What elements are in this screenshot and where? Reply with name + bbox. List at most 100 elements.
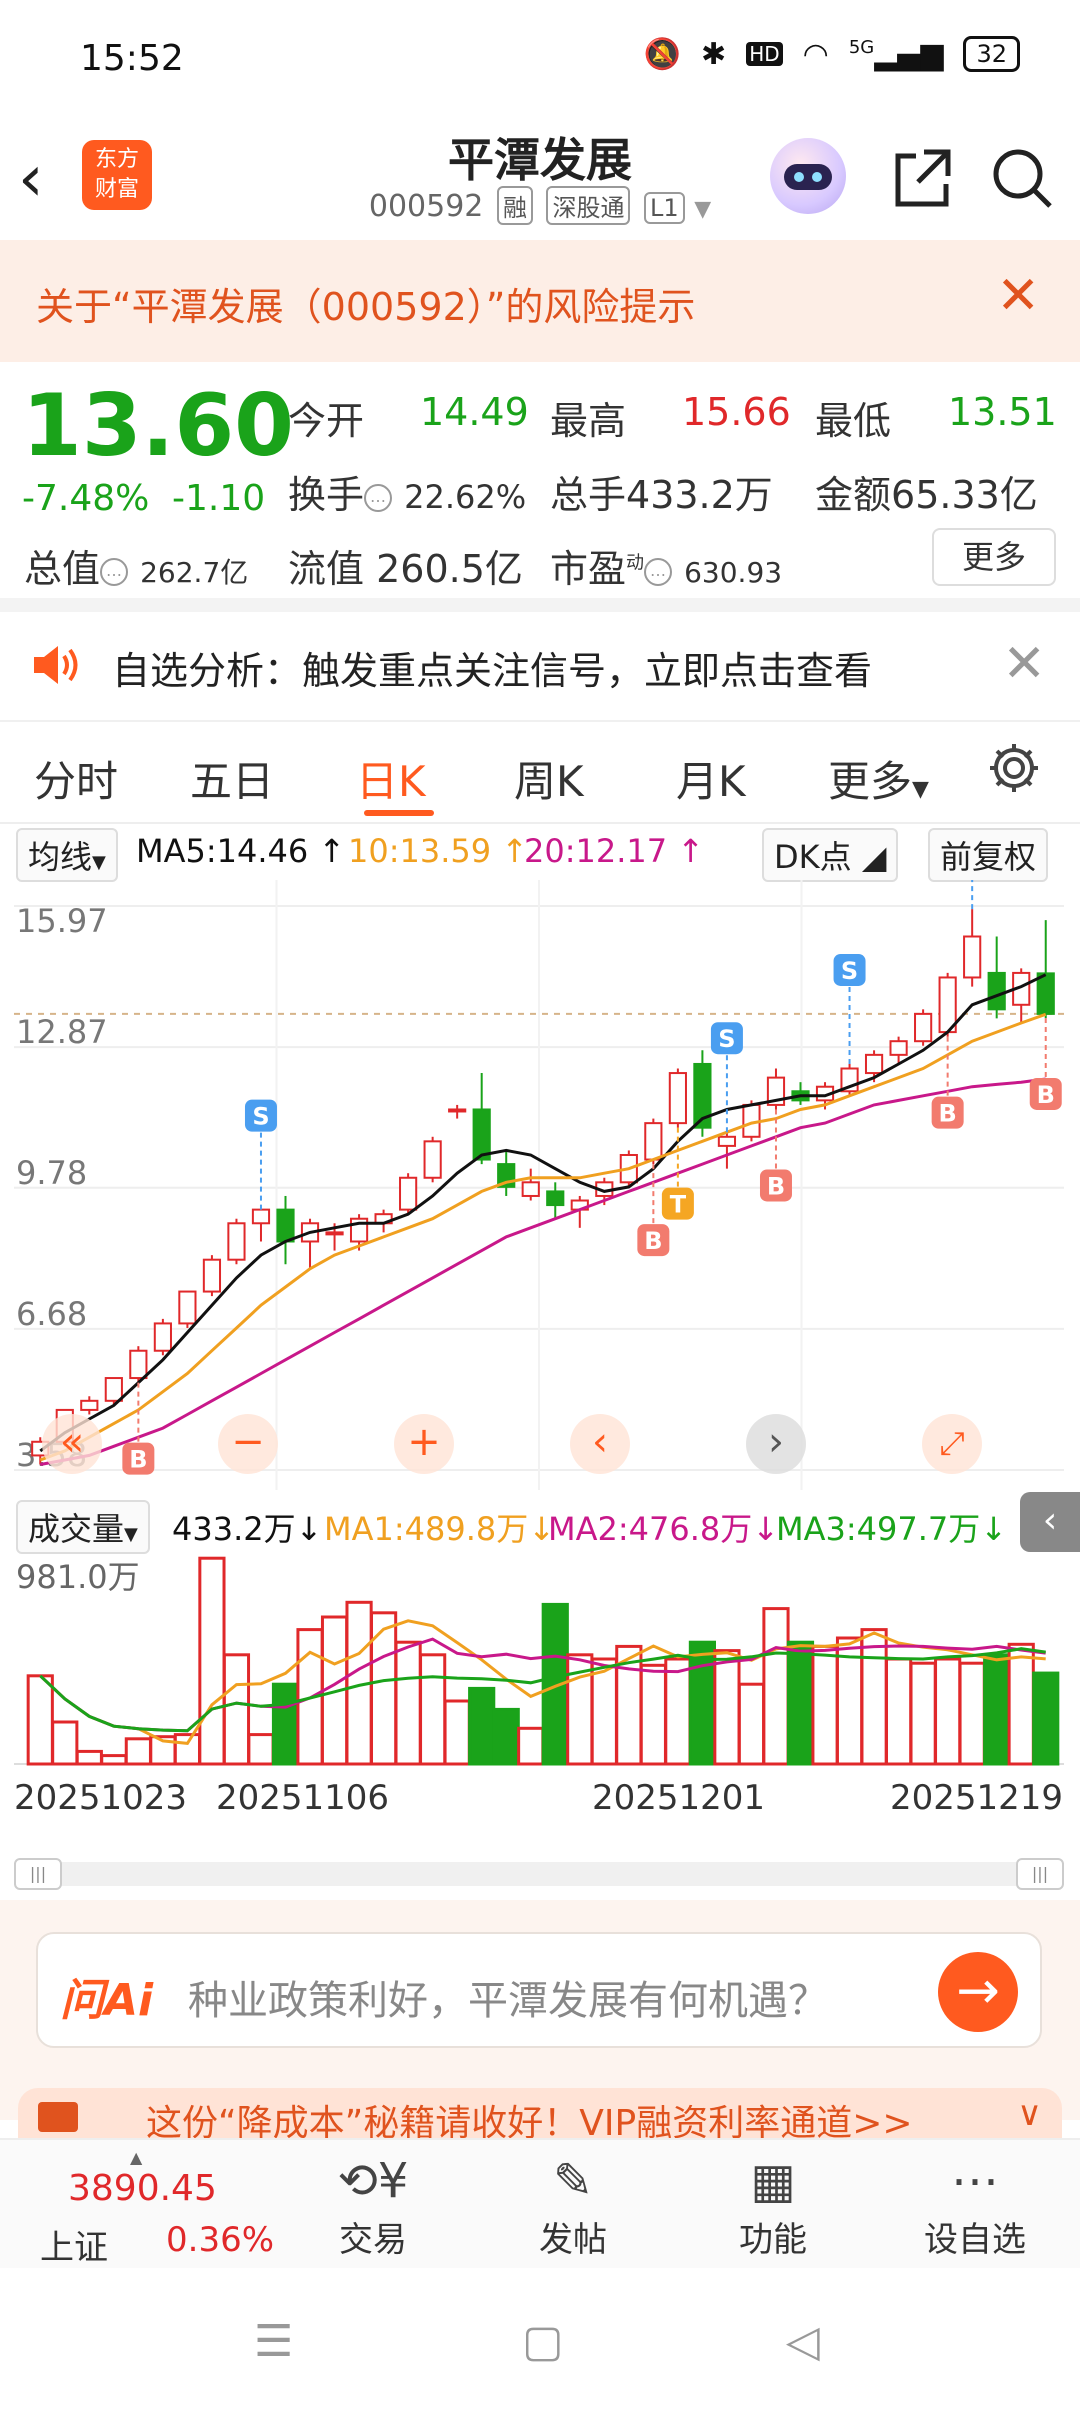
candle-body	[399, 1176, 418, 1211]
speaker-icon	[30, 642, 80, 692]
share-icon[interactable]	[882, 138, 962, 218]
volume-bar	[222, 1653, 251, 1766]
nav-trade[interactable]: ⟲¥ 交易	[308, 2150, 438, 2261]
change-amount: -1.10	[172, 478, 266, 519]
index-name[interactable]: 上证	[40, 2220, 108, 2269]
high-value: 15.66	[682, 390, 791, 434]
trade-icon: ⟲¥	[337, 2153, 409, 2209]
nav-add-watchlist[interactable]: ⋯ 设自选	[910, 2150, 1040, 2261]
grid-icon: ▦	[750, 2153, 796, 2209]
scroll-left-fast-icon[interactable]: «	[42, 1414, 102, 1474]
zoom-out-icon[interactable]: −	[218, 1414, 278, 1474]
volume-row: 总手433.2万	[550, 473, 773, 517]
volume-bar	[639, 1663, 667, 1766]
tag-connect: 深股通	[546, 186, 631, 225]
scroll-handle-right[interactable]: |||	[1016, 1858, 1064, 1890]
signal-label: B	[767, 1172, 785, 1200]
scroll-handle-left[interactable]: |||	[14, 1858, 62, 1890]
collapse-panel-icon[interactable]: ‹	[1020, 1492, 1080, 1552]
back-nav-icon[interactable]: ◁	[786, 2316, 820, 2367]
bluetooth-icon: ✱	[701, 36, 727, 72]
date-label: 20251023	[14, 1778, 188, 1818]
volume-value: 433.2万	[626, 473, 773, 517]
volume-bar	[419, 1653, 447, 1766]
volume-chart[interactable]: 981.0万	[14, 1552, 1064, 1768]
ai-question-box[interactable]: 问Ai 种业政策利好，平潭发展有何机遇？ →	[36, 1932, 1042, 2048]
close-icon[interactable]: ✕	[996, 266, 1040, 326]
volume-bar	[713, 1649, 741, 1766]
volume-bar	[762, 1607, 790, 1766]
volume-bar	[1032, 1671, 1060, 1766]
ma10-line	[39, 1012, 1047, 1462]
chevron-down-icon[interactable]: ∨	[1017, 2094, 1042, 2134]
candle-body	[129, 1349, 148, 1380]
home-icon[interactable]: ▢	[522, 2316, 564, 2367]
vma1-legend: MA1:489.8万↓	[324, 1510, 556, 1548]
promo-text[interactable]: 这份“降成本”秘籍请收好！VIP融资利率通道>>	[146, 2094, 913, 2138]
tab-weekly-k[interactable]: 周K	[514, 748, 584, 809]
arrow-right-icon[interactable]: →	[938, 1952, 1018, 2032]
menu-icon[interactable]: ☰	[254, 2316, 293, 2367]
signal-label: S	[718, 1025, 735, 1053]
scroll-left-icon[interactable]: ‹	[570, 1414, 630, 1474]
pe-row[interactable]: 市盈动… 630.93	[550, 538, 782, 593]
signal-label: T	[670, 1191, 687, 1219]
settings-gear-icon[interactable]	[984, 738, 1044, 802]
scroll-right-icon[interactable]: ›	[746, 1414, 806, 1474]
ai-prompt[interactable]: 种业政策利好，平潭发展有何机遇？	[188, 1968, 828, 2026]
more-button[interactable]: 更多	[932, 528, 1056, 586]
fullscreen-icon[interactable]: ⤢	[922, 1414, 982, 1474]
system-nav-bar: ☰ ▢ ◁	[0, 2268, 1080, 2412]
volume-legend: 成交量▼ 433.2万↓ MA1:489.8万↓ MA2:476.8万↓ MA3…	[0, 1492, 1080, 1554]
nav-post[interactable]: ✎ 发帖	[508, 2150, 638, 2261]
volume-bar	[26, 1674, 54, 1766]
float-row: 流值 260.5亿	[288, 547, 523, 591]
low-value: 13.51	[948, 390, 1057, 434]
alert-text[interactable]: 自选分析：触发重点关注信号，立即点击查看	[112, 640, 872, 695]
up-arrow-icon: ▲	[130, 2148, 143, 2167]
more-dots-icon: ⋯	[951, 2153, 999, 2209]
index-percent[interactable]: 0.36%	[166, 2220, 274, 2260]
tab-intraday[interactable]: 分时	[34, 748, 118, 809]
candlestick-chart[interactable]: 15.9712.879.786.683.58BSBTSBSBSB	[14, 880, 1064, 1490]
adjust-button[interactable]: 前复权	[928, 828, 1049, 882]
turnover-row[interactable]: 换手… 22.62%	[288, 464, 526, 519]
nav-functions[interactable]: ▦ 功能	[708, 2150, 838, 2261]
analysis-alert[interactable]: 自选分析：触发重点关注信号，立即点击查看 ✕	[0, 612, 1080, 720]
tab-daily-k[interactable]: 日K	[356, 748, 426, 809]
volume-bar	[958, 1661, 986, 1766]
tag-level: L1	[644, 192, 685, 224]
dk-point-button[interactable]: DK点 ◢	[762, 828, 899, 882]
chart-scrollbar[interactable]: ||| |||	[14, 1858, 1064, 1890]
open-label: 今开	[288, 399, 365, 443]
zoom-in-icon[interactable]: +	[394, 1414, 454, 1474]
index-value[interactable]: 3890.45	[68, 2168, 217, 2209]
candle-body	[963, 935, 982, 979]
close-icon[interactable]: ✕	[1002, 634, 1046, 694]
assistant-robot-icon[interactable]	[770, 138, 846, 214]
candle-body	[472, 1108, 491, 1161]
volume-bar	[786, 1640, 815, 1766]
candle-body	[153, 1322, 172, 1352]
tab-monthly-k[interactable]: 月K	[676, 748, 746, 809]
volume-indicator-select[interactable]: 成交量▼	[16, 1500, 150, 1554]
volume-bar	[173, 1733, 201, 1766]
volume-bar	[271, 1682, 300, 1766]
volume-bar	[909, 1661, 937, 1766]
risk-text[interactable]: 关于“平潭发展（000592）”的风险提示	[36, 276, 695, 331]
indicator-type-select[interactable]: 均线▼	[16, 828, 118, 882]
search-icon[interactable]	[982, 138, 1062, 218]
signal-label: S	[252, 1103, 269, 1131]
tab-five-day[interactable]: 五日	[190, 748, 274, 809]
chart-controls: « − + ‹ › ⤢	[42, 1414, 1052, 1474]
candle-body	[546, 1190, 565, 1207]
wifi-icon: ◠	[802, 36, 829, 72]
risk-banner[interactable]: 关于“平潭发展（000592）”的风险提示 ✕	[0, 240, 1080, 362]
tab-more[interactable]: 更多▼	[828, 748, 929, 809]
mktcap-row[interactable]: 总值… 262.7亿	[24, 538, 248, 593]
promo-banner[interactable]: 这份“降成本”秘籍请收好！VIP融资利率通道>> ∨	[18, 2088, 1062, 2138]
candle-body	[448, 1108, 467, 1113]
pe-value: 630.93	[684, 556, 783, 589]
mute-icon: 🔕	[643, 36, 682, 72]
high-label: 最高	[550, 399, 627, 443]
